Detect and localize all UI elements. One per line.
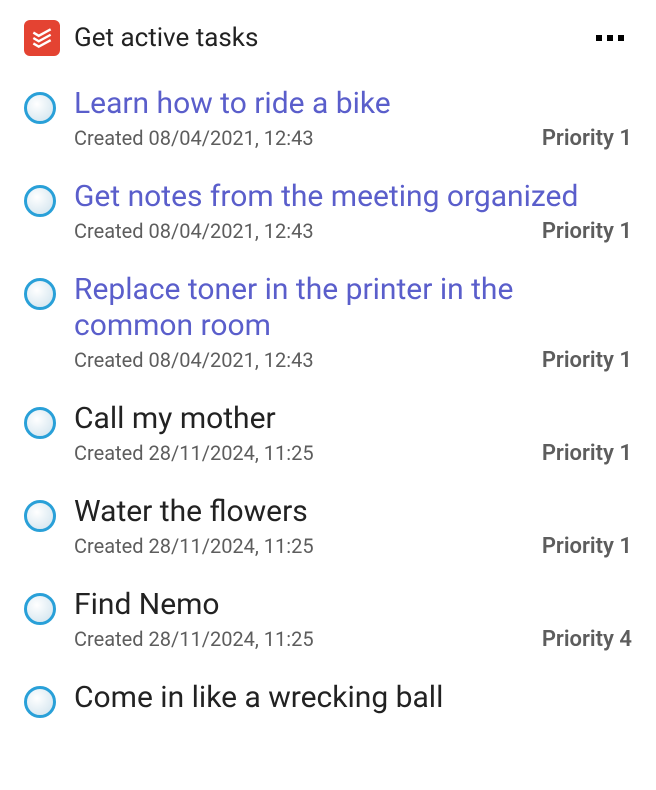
task-content: Call my mother Created 28/11/2024, 11:25 P…	[74, 401, 632, 466]
task-title: Call my mother	[74, 401, 632, 437]
dot-icon	[596, 35, 602, 41]
task-title: Water the flowers	[74, 494, 632, 530]
task-priority: Priority 1	[542, 219, 632, 244]
task-title[interactable]: Get notes from the meeting organized	[74, 179, 632, 215]
task-created-label: Created 08/04/2021, 12:43	[74, 219, 314, 243]
task-created-label: Created 08/04/2021, 12:43	[74, 348, 314, 372]
task-item: Come in like a wrecking ball	[24, 666, 632, 734]
task-radio[interactable]	[24, 92, 56, 124]
task-content: Get notes from the meeting organized Crea…	[74, 179, 632, 244]
dot-icon	[607, 35, 613, 41]
header-left: Get active tasks	[24, 20, 258, 56]
more-options-button[interactable]	[588, 27, 632, 49]
task-item: Learn how to ride a bike Created 08/04/20…	[24, 72, 632, 165]
task-title[interactable]: Learn how to ride a bike	[74, 86, 632, 122]
task-priority: Priority 1	[542, 126, 632, 151]
task-radio[interactable]	[24, 185, 56, 217]
task-item: Replace toner in the printer in the comm…	[24, 258, 632, 387]
task-title: Find Nemo	[74, 587, 632, 623]
task-radio[interactable]	[24, 500, 56, 532]
task-title[interactable]: Replace toner in the printer in the comm…	[74, 272, 632, 344]
task-meta: Created 28/11/2024, 11:25 Priority 4	[74, 627, 632, 652]
task-content: Learn how to ride a bike Created 08/04/20…	[74, 86, 632, 151]
task-item: Find Nemo Created 28/11/2024, 11:25 Priori…	[24, 573, 632, 666]
dot-icon	[618, 35, 624, 41]
page-title: Get active tasks	[74, 23, 258, 53]
task-created-label: Created 28/11/2024, 11:25	[74, 534, 314, 558]
task-title: Come in like a wrecking ball	[74, 680, 632, 716]
task-meta: Created 08/04/2021, 12:43 Priority 1	[74, 126, 632, 151]
task-meta: Created 08/04/2021, 12:43 Priority 1	[74, 219, 632, 244]
task-item: Get notes from the meeting organized Crea…	[24, 165, 632, 258]
task-list: Learn how to ride a bike Created 08/04/20…	[0, 68, 656, 734]
task-created-label: Created 28/11/2024, 11:25	[74, 627, 314, 651]
task-meta: Created 28/11/2024, 11:25 Priority 1	[74, 534, 632, 559]
task-meta: Created 08/04/2021, 12:43 Priority 1	[74, 348, 632, 373]
task-content: Water the flowers Created 28/11/2024, 11:…	[74, 494, 632, 559]
task-created-label: Created 08/04/2021, 12:43	[74, 126, 314, 150]
task-radio[interactable]	[24, 593, 56, 625]
task-item: Call my mother Created 28/11/2024, 11:25 P…	[24, 387, 632, 480]
task-radio[interactable]	[24, 278, 56, 310]
task-priority: Priority 1	[542, 348, 632, 373]
todoist-icon	[24, 20, 60, 56]
task-radio[interactable]	[24, 686, 56, 718]
header: Get active tasks	[0, 0, 656, 68]
task-priority: Priority 1	[542, 441, 632, 466]
task-item: Water the flowers Created 28/11/2024, 11:…	[24, 480, 632, 573]
task-created-label: Created 28/11/2024, 11:25	[74, 441, 314, 465]
task-meta: Created 28/11/2024, 11:25 Priority 1	[74, 441, 632, 466]
task-priority: Priority 1	[542, 534, 632, 559]
task-content: Come in like a wrecking ball	[74, 680, 632, 720]
task-radio[interactable]	[24, 407, 56, 439]
task-content: Replace toner in the printer in the comm…	[74, 272, 632, 373]
task-content: Find Nemo Created 28/11/2024, 11:25 Priori…	[74, 587, 632, 652]
task-priority: Priority 4	[542, 627, 632, 652]
